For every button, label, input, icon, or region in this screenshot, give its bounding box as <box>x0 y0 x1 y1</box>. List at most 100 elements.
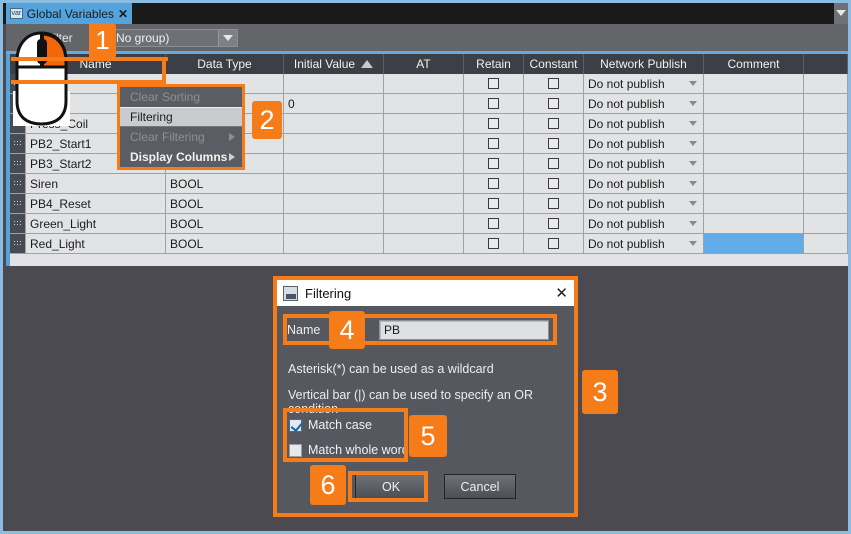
cell-network-publish[interactable]: Do not publish <box>584 234 704 253</box>
retain-checkbox[interactable] <box>488 198 499 209</box>
cell-comment[interactable] <box>704 194 804 213</box>
retain-checkbox[interactable] <box>488 218 499 229</box>
cell-initial-value[interactable] <box>284 214 384 233</box>
cell-at[interactable] <box>384 114 464 133</box>
cell-comment[interactable] <box>704 134 804 153</box>
constant-checkbox[interactable] <box>548 178 559 189</box>
cell-at[interactable] <box>384 174 464 193</box>
cell-constant[interactable] <box>524 154 584 173</box>
cell-name[interactable]: PB4_Reset <box>26 194 166 213</box>
retain-checkbox[interactable] <box>488 98 499 109</box>
cell-constant[interactable] <box>524 214 584 233</box>
cell-data-type[interactable]: BOOL <box>166 214 284 233</box>
cell-network-publish[interactable]: Do not publish <box>584 94 704 113</box>
cell-constant[interactable] <box>524 234 584 253</box>
constant-checkbox[interactable] <box>548 238 559 249</box>
cell-at[interactable] <box>384 74 464 93</box>
retain-checkbox[interactable] <box>488 178 499 189</box>
cell-at[interactable] <box>384 214 464 233</box>
cell-initial-value[interactable] <box>284 114 384 133</box>
constant-checkbox[interactable] <box>548 118 559 129</box>
group-filter-combobox[interactable]: (No group) <box>107 29 238 47</box>
cell-constant[interactable] <box>524 174 584 193</box>
cell-constant[interactable] <box>524 194 584 213</box>
table-row[interactable]: Red_Light BOOL Do not publish <box>10 234 848 254</box>
row-drag-handle[interactable] <box>10 134 26 153</box>
cell-name[interactable]: Green_Light <box>26 214 166 233</box>
cell-network-publish[interactable]: Do not publish <box>584 74 704 93</box>
cell-network-publish[interactable]: Do not publish <box>584 134 704 153</box>
cell-retain[interactable] <box>464 174 524 193</box>
cell-comment[interactable] <box>704 214 804 233</box>
cell-retain[interactable] <box>464 74 524 93</box>
column-header-initial-value[interactable]: Initial Value <box>284 54 384 74</box>
tab-list-dropdown-button[interactable] <box>834 3 848 24</box>
retain-checkbox[interactable] <box>488 78 499 89</box>
cell-at[interactable] <box>384 234 464 253</box>
cell-at[interactable] <box>384 194 464 213</box>
row-drag-handle[interactable] <box>10 174 26 193</box>
cell-comment[interactable] <box>704 234 804 253</box>
cell-retain[interactable] <box>464 134 524 153</box>
close-icon[interactable]: ✕ <box>118 7 128 21</box>
cell-data-type[interactable]: BOOL <box>166 194 284 213</box>
constant-checkbox[interactable] <box>548 158 559 169</box>
menu-item-filtering[interactable]: Filtering <box>120 107 242 127</box>
cell-constant[interactable] <box>524 114 584 133</box>
cell-retain[interactable] <box>464 154 524 173</box>
retain-checkbox[interactable] <box>488 158 499 169</box>
close-icon[interactable]: ✕ <box>555 284 568 302</box>
cell-data-type[interactable]: BOOL <box>166 234 284 253</box>
row-drag-handle[interactable] <box>10 234 26 253</box>
cell-network-publish[interactable]: Do not publish <box>584 114 704 133</box>
row-drag-handle[interactable] <box>10 214 26 233</box>
constant-checkbox[interactable] <box>548 98 559 109</box>
cell-comment[interactable] <box>704 154 804 173</box>
cell-retain[interactable] <box>464 194 524 213</box>
cell-at[interactable] <box>384 134 464 153</box>
cell-at[interactable] <box>384 154 464 173</box>
cell-initial-value[interactable] <box>284 74 384 93</box>
menu-item-display-columns[interactable]: Display Columns <box>120 147 242 167</box>
cell-name[interactable]: Red_Light <box>26 234 166 253</box>
constant-checkbox[interactable] <box>548 78 559 89</box>
cell-comment[interactable] <box>704 174 804 193</box>
cell-data-type[interactable]: BOOL <box>166 174 284 193</box>
cell-initial-value[interactable] <box>284 194 384 213</box>
cell-name[interactable]: Siren <box>26 174 166 193</box>
column-header-at[interactable]: AT <box>384 54 464 74</box>
column-header-comment[interactable]: Comment <box>704 54 804 74</box>
row-drag-handle[interactable] <box>10 154 26 173</box>
cell-initial-value[interactable] <box>284 134 384 153</box>
column-header-network-publish[interactable]: Network Publish <box>584 54 704 74</box>
constant-checkbox[interactable] <box>548 198 559 209</box>
retain-checkbox[interactable] <box>488 138 499 149</box>
constant-checkbox[interactable] <box>548 218 559 229</box>
column-header-data-type[interactable]: Data Type <box>166 54 284 74</box>
cell-comment[interactable] <box>704 74 804 93</box>
cell-comment[interactable] <box>704 114 804 133</box>
cell-initial-value[interactable] <box>284 234 384 253</box>
cell-constant[interactable] <box>524 74 584 93</box>
table-row[interactable]: Siren BOOL Do not publish <box>10 174 848 194</box>
cell-network-publish[interactable]: Do not publish <box>584 174 704 193</box>
cell-retain[interactable] <box>464 94 524 113</box>
retain-checkbox[interactable] <box>488 238 499 249</box>
cell-retain[interactable] <box>464 234 524 253</box>
constant-checkbox[interactable] <box>548 138 559 149</box>
table-row[interactable]: Green_Light BOOL Do not publish <box>10 214 848 234</box>
column-header-retain[interactable]: Retain <box>464 54 524 74</box>
retain-checkbox[interactable] <box>488 118 499 129</box>
cell-comment[interactable] <box>704 94 804 113</box>
chevron-down-icon[interactable] <box>218 30 237 46</box>
cell-at[interactable] <box>384 94 464 113</box>
cell-initial-value[interactable] <box>284 174 384 193</box>
column-header-constant[interactable]: Constant <box>524 54 584 74</box>
cell-network-publish[interactable]: Do not publish <box>584 154 704 173</box>
cancel-button[interactable]: Cancel <box>444 474 516 499</box>
cell-network-publish[interactable]: Do not publish <box>584 194 704 213</box>
cell-constant[interactable] <box>524 134 584 153</box>
table-row[interactable]: PB4_Reset BOOL Do not publish <box>10 194 848 214</box>
cell-retain[interactable] <box>464 114 524 133</box>
tab-global-variables[interactable]: var Global Variables ✕ <box>6 3 132 24</box>
